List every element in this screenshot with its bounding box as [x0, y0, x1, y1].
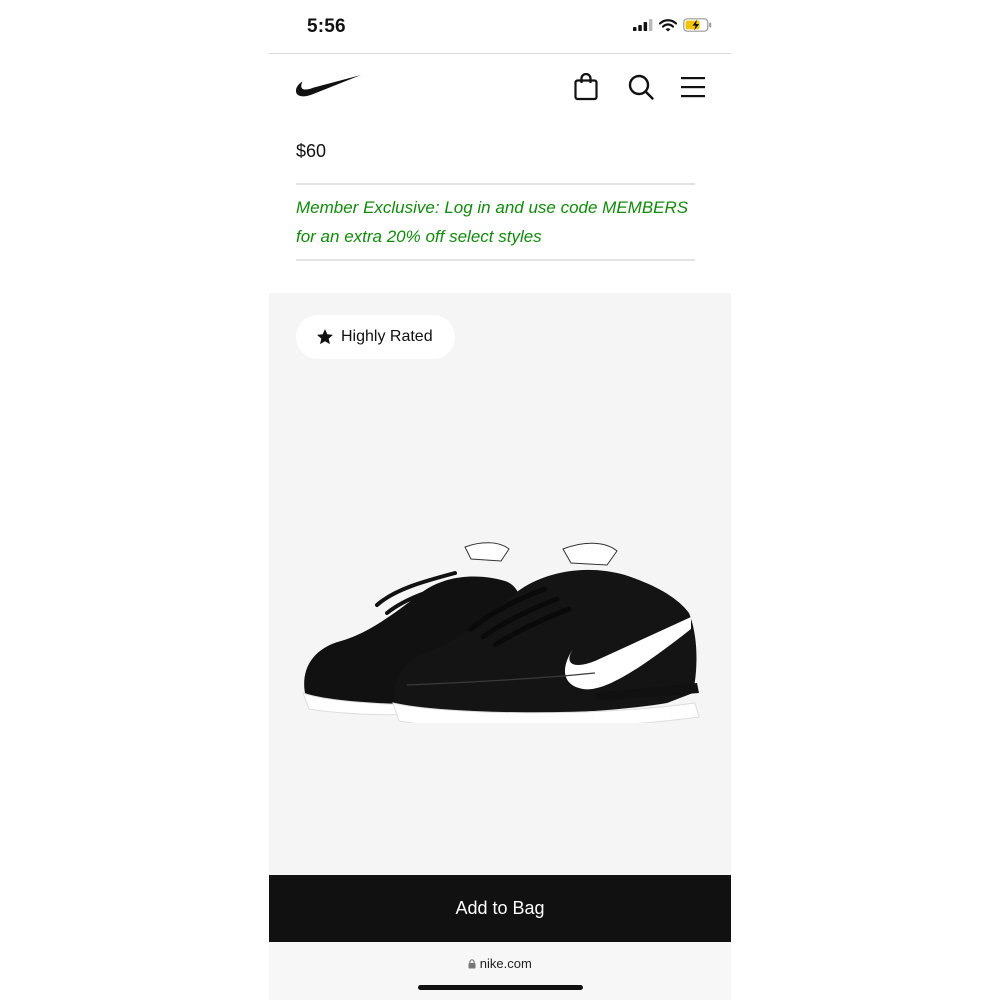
status-bar: 5:56 [269, 0, 731, 54]
star-icon [317, 329, 333, 345]
status-time: 5:56 [307, 16, 346, 37]
hamburger-menu-icon[interactable] [676, 70, 710, 104]
phone-screen: 5:56 $60 Member Exclusive: Log in and us… [269, 0, 731, 1000]
wifi-icon [659, 18, 677, 31]
promo-bottom-divider [296, 259, 695, 261]
badge-label: Highly Rated [341, 328, 433, 345]
promo-line-1: Member Exclusive: Log in and use code ME… [296, 198, 689, 217]
member-promo-text[interactable]: Member Exclusive: Log in and use code ME… [296, 193, 706, 251]
battery-charging-icon [683, 18, 712, 32]
url-display[interactable]: nike.com [269, 956, 731, 971]
promo-top-divider [296, 183, 695, 185]
shopping-bag-icon[interactable] [569, 70, 603, 104]
sneaker-product-image [302, 542, 700, 723]
product-image-area[interactable]: Highly Rated [269, 293, 731, 875]
add-to-bag-button[interactable]: Add to Bag [269, 875, 731, 942]
cellular-signal-icon [633, 19, 653, 31]
product-price: $60 [296, 141, 327, 161]
highly-rated-badge: Highly Rated [296, 315, 455, 359]
home-indicator[interactable] [418, 985, 583, 990]
lock-icon [468, 959, 476, 969]
nike-swoosh-icon[interactable] [295, 72, 363, 103]
site-header [269, 54, 731, 120]
search-icon[interactable] [624, 70, 658, 104]
promo-line-2: for an extra 20% off select styles [296, 227, 542, 246]
status-icons [633, 18, 713, 32]
url-text: nike.com [479, 956, 532, 971]
browser-url-bar[interactable]: nike.com [269, 942, 731, 1000]
